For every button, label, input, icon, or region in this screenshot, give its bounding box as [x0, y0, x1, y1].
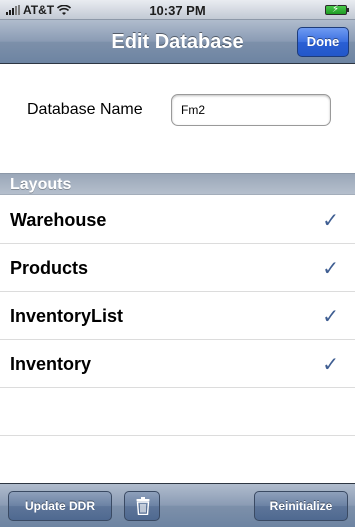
layouts-section-header: Layouts [0, 173, 355, 195]
status-time: 10:37 PM [149, 3, 206, 18]
delete-button[interactable] [124, 491, 160, 521]
empty-row [0, 436, 355, 484]
database-name-field[interactable] [171, 94, 331, 126]
database-name-label: Database Name [27, 101, 143, 118]
checkmark-icon: ✓ [322, 210, 339, 232]
status-bar: AT&T 10:37 PM ⚡ [0, 0, 355, 20]
trash-icon [136, 497, 150, 515]
list-item-warehouse[interactable]: Warehouse ✓ [0, 196, 355, 244]
bottom-toolbar: Update DDR Reinitialize [0, 483, 355, 527]
update-ddr-button[interactable]: Update DDR [8, 491, 112, 521]
done-button[interactable]: Done [297, 27, 349, 57]
list-item-label: Products [10, 258, 89, 278]
checkmark-icon: ✓ [322, 306, 339, 328]
navigation-bar: Edit Database Done [0, 20, 355, 64]
empty-row [0, 388, 355, 436]
list-item-products[interactable]: Products ✓ [0, 244, 355, 292]
layouts-list: Warehouse ✓ Products ✓ InventoryList ✓ I… [0, 196, 355, 484]
list-item-label: Warehouse [10, 210, 107, 230]
list-item-inventorylist[interactable]: InventoryList ✓ [0, 292, 355, 340]
list-item-inventory[interactable]: Inventory ✓ [0, 340, 355, 388]
reinitialize-button[interactable]: Reinitialize [254, 491, 348, 521]
checkmark-icon: ✓ [322, 354, 339, 376]
list-item-label: InventoryList [10, 306, 124, 326]
list-item-label: Inventory [10, 354, 92, 374]
battery-charging-icon: ⚡ [325, 4, 349, 15]
checkmark-icon: ✓ [322, 258, 339, 280]
